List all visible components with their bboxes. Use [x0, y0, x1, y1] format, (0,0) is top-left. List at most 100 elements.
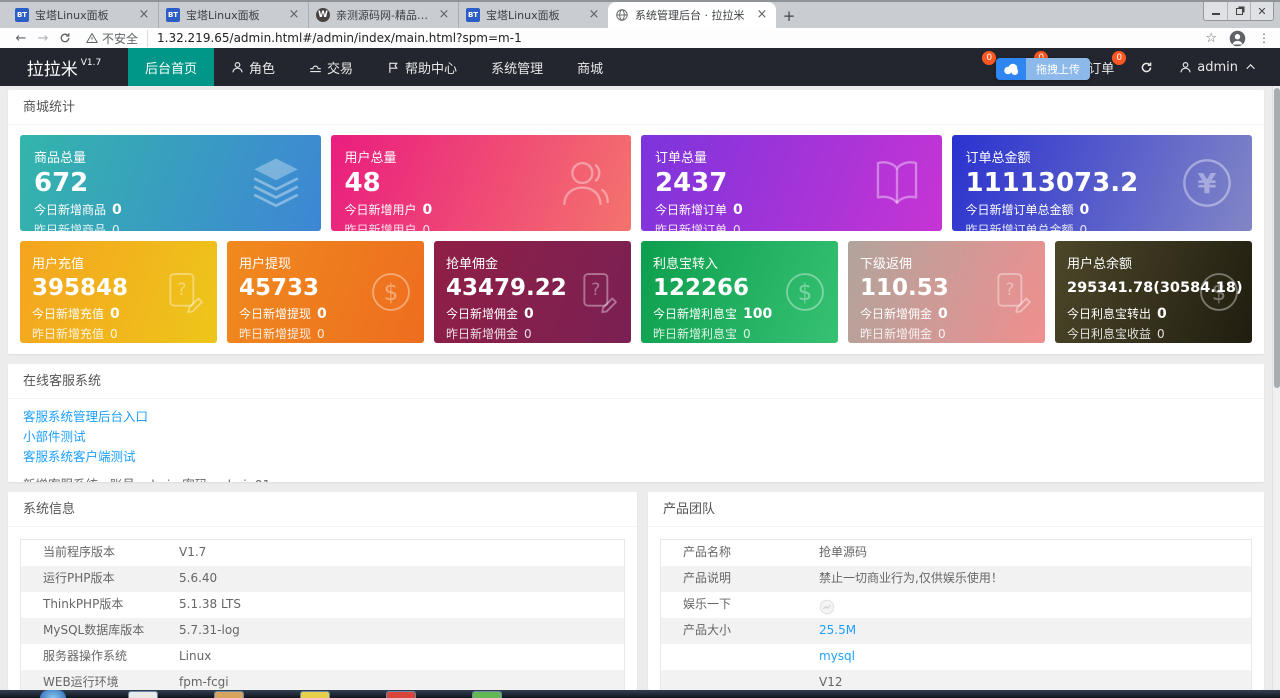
window-controls: ✕ [1203, 2, 1274, 21]
stat-card: 用户总量48今日新增用户0昨日新增用户0 [331, 135, 632, 231]
taskbar-app-icon[interactable] [300, 691, 330, 698]
row-label: 娱乐一下 [661, 592, 819, 618]
taskbar-app-icon[interactable] [386, 691, 416, 698]
mall-stats-title: 商城统计 [8, 90, 1264, 125]
tab-close-icon[interactable]: × [755, 8, 769, 22]
service-account-note: 新增客服系统 , 账号:admin 密码: admin01 [23, 474, 1249, 482]
svg-text:$: $ [798, 280, 813, 306]
browser-tab[interactable]: BT宝塔Linux面板× [158, 2, 308, 28]
user-menu[interactable]: admin [1166, 48, 1268, 86]
dollar-icon: $ [1196, 269, 1242, 315]
cloud-upload-icon [996, 58, 1026, 80]
service-title: 在线客服系统 [8, 364, 1264, 399]
scales-icon [309, 61, 322, 74]
service-link[interactable]: 小部件测试 [23, 429, 1249, 445]
system-info-table: 当前程序版本V1.7运行PHP版本5.6.40ThinkPHP版本5.1.38 … [20, 539, 625, 690]
doc-icon: ? [575, 269, 621, 315]
bookmark-star-icon[interactable]: ☆ [1205, 31, 1217, 46]
browser-tab[interactable]: 系统管理后台 · 拉拉米× [608, 2, 776, 28]
nav-item-角色[interactable]: 角色 [214, 48, 292, 86]
start-orb-icon[interactable] [40, 690, 66, 698]
stat-card: 用户充值395848今日新增充值0昨日新增充值0? [20, 241, 217, 343]
stat-card-yesterday: 昨日新增佣金0 [860, 325, 1033, 342]
back-button[interactable]: ← [10, 31, 32, 46]
taskbar-app-icon[interactable] [472, 691, 502, 698]
svg-text:$: $ [1212, 280, 1227, 306]
dollar-icon: $ [782, 269, 828, 315]
row-label: 当前程序版本 [21, 540, 179, 566]
row-label [661, 644, 819, 670]
drag-upload-overlay[interactable]: 拖拽上传 [996, 58, 1090, 80]
stat-card: 商品总量672今日新增商品0昨日新增商品0 [20, 135, 321, 231]
bt-favicon: BT [15, 8, 29, 22]
nav-item-系统管理[interactable]: 系统管理 [474, 48, 560, 86]
chevron-up-icon [1246, 64, 1254, 72]
browser-tab[interactable]: BT宝塔Linux面板× [8, 2, 158, 28]
tab-close-icon[interactable]: × [437, 8, 451, 22]
row-value: fpm-fcgi [179, 670, 624, 690]
address-bar[interactable]: 不安全 1.32.219.65/admin.html#/admin/index/… [86, 30, 1195, 47]
book-icon [868, 154, 926, 212]
tab-close-icon[interactable]: × [137, 8, 151, 22]
stat-card: 订单总量2437今日新增订单0昨日新增订单0 [641, 135, 942, 231]
stat-card: 用户提现45733今日新增提现0昨日新增提现0$ [227, 241, 424, 343]
globe-favicon [615, 8, 629, 22]
row-value [819, 592, 1251, 618]
count-badge: 0 [1112, 51, 1126, 65]
nav-item-交易[interactable]: 交易 [292, 48, 370, 86]
forward-button[interactable]: → [32, 31, 54, 46]
stat-card-yesterday: 昨日新增商品0 [34, 221, 307, 231]
url-text: 1.32.219.65/admin.html#/admin/index/main… [157, 31, 522, 45]
close-button[interactable]: ✕ [1250, 2, 1273, 20]
stat-card-yesterday: 昨日新增订单总金额0 [966, 221, 1239, 231]
taskbar-app-icon[interactable] [128, 691, 158, 698]
new-tab-button[interactable]: + [776, 4, 802, 28]
service-link[interactable]: 客服系统客户端测试 [23, 449, 1249, 465]
minimize-button[interactable] [1204, 2, 1227, 20]
svg-text:$: $ [384, 280, 399, 306]
table-row: 娱乐一下 [661, 592, 1251, 618]
browser-tab[interactable]: W亲测源码网-精品资源站长亲测× [308, 2, 458, 28]
stat-card: 订单总金额11113073.2今日新增订单总金额0昨日新增订单总金额0¥ [952, 135, 1253, 231]
stat-card-yesterday: 昨日新增用户0 [345, 221, 618, 231]
row-value: V12 [819, 670, 1251, 690]
bt-favicon: BT [166, 8, 180, 22]
tab-close-icon[interactable]: × [587, 8, 601, 22]
svg-text:?: ? [591, 280, 600, 300]
nav-badge-item[interactable]: 0 [957, 48, 997, 86]
stat-card: 抢单佣金43479.22今日新增佣金0昨日新增佣金0? [434, 241, 631, 343]
app-navbar: 拉拉米V1.7 后台首页角色交易帮助中心系统管理商城 0提现0购物订单0admi… [0, 48, 1280, 86]
nav-item-后台首页[interactable]: 后台首页 [128, 48, 214, 86]
profile-avatar[interactable] [1229, 30, 1246, 47]
security-label: 不安全 [102, 30, 138, 47]
row-label: 产品大小 [661, 618, 819, 644]
warning-icon [86, 32, 98, 44]
toolbar-right: ☆ ⋮ [1205, 30, 1270, 47]
table-row: 产品大小25.5M [661, 618, 1251, 644]
restore-button[interactable] [1227, 2, 1250, 20]
browser-tab[interactable]: BT宝塔Linux面板× [458, 2, 608, 28]
scrollbar-thumb[interactable] [1274, 88, 1280, 388]
svg-text:¥: ¥ [1198, 169, 1217, 200]
product-team-table: 产品名称抢单源码产品说明禁止一切商业行为,仅供娱乐使用！娱乐一下产品大小25.5… [660, 539, 1252, 690]
service-link[interactable]: 客服系统管理后台入口 [23, 409, 1249, 425]
reload-button[interactable] [54, 32, 76, 44]
row-value[interactable]: mysql [819, 644, 1251, 670]
refresh-button[interactable] [1127, 48, 1166, 86]
taskbar-app-icon[interactable] [214, 691, 244, 698]
page-scrollbar[interactable] [1272, 86, 1280, 690]
browser-menu-icon[interactable]: ⋮ [1258, 31, 1270, 45]
tab-title: 宝塔Linux面板 [486, 7, 581, 23]
table-row: WEB运行环境fpm-fcgi [21, 670, 624, 690]
browser-toolbar: ← → 不安全 1.32.219.65/admin.html#/admin/in… [0, 28, 1280, 48]
security-chip[interactable]: 不安全 [86, 30, 148, 47]
row-value: 5.1.38 LTS [179, 592, 624, 618]
nav-item-帮助中心[interactable]: 帮助中心 [370, 48, 474, 86]
table-row: 产品说明禁止一切商业行为,仅供娱乐使用！ [661, 566, 1251, 592]
stat-card-yesterday: 今日利息宝收益0 [1067, 325, 1240, 342]
nav-item-商城[interactable]: 商城 [560, 48, 620, 86]
row-value[interactable]: 25.5M [819, 618, 1251, 644]
tab-close-icon[interactable]: × [287, 8, 301, 22]
product-team-panel: 产品团队 产品名称抢单源码产品说明禁止一切商业行为,仅供娱乐使用！娱乐一下产品大… [648, 492, 1264, 690]
page-content: 商城统计 商品总量672今日新增商品0昨日新增商品0用户总量48今日新增用户0昨… [0, 86, 1272, 690]
